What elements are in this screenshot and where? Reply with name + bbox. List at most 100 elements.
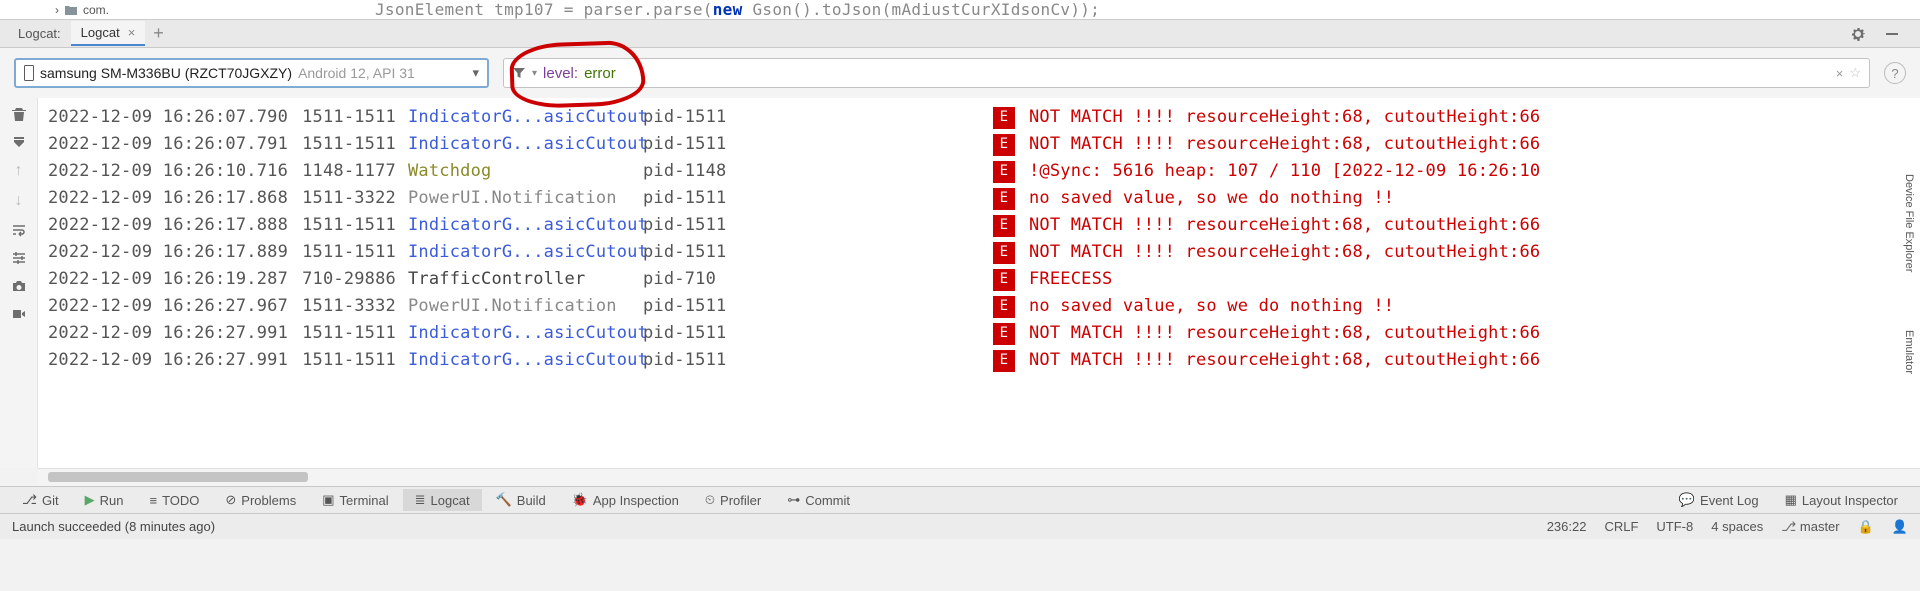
log-row[interactable]: 2022-12-09 16:26:27.9911511-1511Indicato…	[48, 320, 1920, 347]
log-message: NOT MATCH !!!! resourceHeight:68, cutout…	[1029, 347, 1540, 374]
level-badge: E	[993, 107, 1015, 129]
log-panel: ↑ ↓ 2022-12-09 16:26:07.7901511-1511Indi…	[0, 98, 1920, 468]
close-icon[interactable]: ×	[128, 25, 136, 40]
timestamp: 2022-12-09 16:26:27.991	[48, 320, 298, 347]
run-button[interactable]: ▶Run	[73, 489, 136, 511]
level-badge: E	[993, 242, 1015, 264]
device-name: samsung SM-M336BU (RZCT70JGXZY)	[40, 65, 292, 81]
horizontal-scrollbar[interactable]	[38, 468, 1920, 486]
git-button[interactable]: ⎇ Git	[10, 489, 71, 511]
filter-row: samsung SM-M336BU (RZCT70JGXZY) Android …	[0, 48, 1920, 98]
level-badge: E	[993, 350, 1015, 372]
git-branch[interactable]: ⎇ master	[1781, 519, 1839, 535]
pid-tid: 1511-1511	[298, 104, 408, 131]
scroll-end-icon[interactable]	[11, 134, 27, 150]
help-icon[interactable]: ?	[1884, 62, 1906, 84]
arrow-down-icon[interactable]: ↓	[15, 192, 23, 210]
people-icon[interactable]: 👤	[1892, 519, 1908, 535]
log-row[interactable]: 2022-12-09 16:26:27.9671511-3332PowerUI.…	[48, 293, 1920, 320]
project-tree-fragment[interactable]: › com.	[0, 3, 215, 17]
log-row[interactable]: 2022-12-09 16:26:17.8891511-1511Indicato…	[48, 239, 1920, 266]
tab-logcat[interactable]: Logcat ×	[71, 21, 146, 46]
terminal-button[interactable]: ▣Terminal	[310, 489, 400, 511]
branch-name: master	[1800, 519, 1840, 534]
encoding[interactable]: UTF-8	[1656, 519, 1693, 534]
problems-button[interactable]: ⊘Problems	[213, 489, 308, 511]
indent[interactable]: 4 spaces	[1711, 519, 1763, 534]
log-tag: TrafficController	[408, 266, 643, 293]
log-tag: PowerUI.Notification	[408, 293, 643, 320]
log-row[interactable]: 2022-12-09 16:26:07.7911511-1511Indicato…	[48, 131, 1920, 158]
logcat-button[interactable]: ≣Logcat	[403, 489, 482, 511]
commit-icon: ⊶	[787, 492, 800, 508]
process: pid-1511	[643, 185, 993, 212]
commit-button[interactable]: ⊶Commit	[775, 489, 862, 511]
hammer-icon: 🔨	[496, 492, 512, 508]
list-icon: ≡	[149, 493, 157, 508]
right-tool-tabs: Device File Explorer Emulator	[1898, 140, 1920, 378]
lock-icon[interactable]: 🔒	[1858, 519, 1874, 535]
device-selector[interactable]: samsung SM-M336BU (RZCT70JGXZY) Android …	[14, 58, 489, 88]
log-row[interactable]: 2022-12-09 16:26:07.7901511-1511Indicato…	[48, 104, 1920, 131]
star-icon[interactable]: ☆	[1849, 65, 1861, 81]
label: Event Log	[1700, 493, 1759, 508]
timestamp: 2022-12-09 16:26:19.287	[48, 266, 298, 293]
build-button[interactable]: 🔨Build	[484, 489, 558, 511]
minimize-icon[interactable]	[1884, 26, 1900, 42]
log-table[interactable]: 2022-12-09 16:26:07.7901511-1511Indicato…	[38, 98, 1920, 468]
log-row[interactable]: 2022-12-09 16:26:27.9911511-1511Indicato…	[48, 347, 1920, 374]
trash-icon[interactable]	[11, 106, 27, 122]
record-icon[interactable]	[11, 306, 27, 322]
level-badge: E	[993, 188, 1015, 210]
filter-input[interactable]: ▾ level:error × ☆	[503, 58, 1870, 88]
tab-emulator[interactable]: Emulator	[1901, 326, 1917, 378]
editor-strip: › com. JsonElement tmp107 = parser.parse…	[0, 0, 1920, 20]
clear-icon[interactable]: ×	[1836, 66, 1844, 81]
log-tag: PowerUI.Notification	[408, 185, 643, 212]
level-badge: E	[993, 323, 1015, 345]
pid-tid: 1511-3332	[298, 293, 408, 320]
label: Layout Inspector	[1802, 493, 1898, 508]
process: pid-1148	[643, 158, 993, 185]
chevron-right-icon: ›	[55, 3, 59, 17]
log-message: NOT MATCH !!!! resourceHeight:68, cutout…	[1029, 131, 1540, 158]
app-inspection-button[interactable]: 🐞App Inspection	[560, 489, 691, 511]
log-message: FREECESS	[1029, 266, 1112, 293]
pid-tid: 710-29886	[298, 266, 408, 293]
arrow-up-icon[interactable]: ↑	[15, 162, 23, 180]
log-row[interactable]: 2022-12-09 16:26:10.7161148-1177Watchdog…	[48, 158, 1920, 185]
cursor-position[interactable]: 236:22	[1547, 519, 1587, 534]
logcat-icon: ≣	[415, 492, 426, 508]
layers-icon: ▦	[1785, 492, 1797, 508]
pid-tid: 1511-1511	[298, 131, 408, 158]
log-tag: Watchdog	[408, 158, 643, 185]
filter-value: error	[584, 65, 616, 82]
tab-label: Logcat	[81, 25, 120, 40]
camera-icon[interactable]	[11, 278, 27, 294]
pid-tid: 1511-1511	[298, 320, 408, 347]
todo-button[interactable]: ≡TODO	[137, 490, 211, 511]
log-row[interactable]: 2022-12-09 16:26:17.8681511-3322PowerUI.…	[48, 185, 1920, 212]
profiler-button[interactable]: ⏲Profiler	[693, 489, 773, 511]
warning-icon: ⊘	[225, 492, 236, 508]
filter-key: level:	[543, 65, 578, 82]
level-badge: E	[993, 269, 1015, 291]
log-row[interactable]: 2022-12-09 16:26:19.287710-29886TrafficC…	[48, 266, 1920, 293]
play-icon: ▶	[85, 492, 95, 508]
wrap-icon[interactable]	[11, 222, 27, 238]
device-api: Android 12, API 31	[298, 65, 415, 81]
log-row[interactable]: 2022-12-09 16:26:17.8881511-1511Indicato…	[48, 212, 1920, 239]
label: Git	[42, 493, 59, 508]
branch-icon: ⎇	[22, 492, 37, 508]
add-tab-button[interactable]: +	[145, 21, 172, 46]
scrollbar-thumb[interactable]	[48, 472, 308, 482]
tab-device-file-explorer[interactable]: Device File Explorer	[1901, 170, 1917, 276]
timestamp: 2022-12-09 16:26:07.790	[48, 104, 298, 131]
process: pid-1511	[643, 131, 993, 158]
code-line: JsonElement tmp107 = parser.parse(new Gs…	[215, 0, 1100, 19]
gear-icon[interactable]	[1850, 26, 1866, 42]
line-ending[interactable]: CRLF	[1604, 519, 1638, 534]
layout-inspector-button[interactable]: ▦ Layout Inspector	[1773, 489, 1910, 511]
event-log-button[interactable]: 💬Event Log	[1667, 489, 1771, 511]
settings-icon[interactable]	[11, 250, 27, 266]
